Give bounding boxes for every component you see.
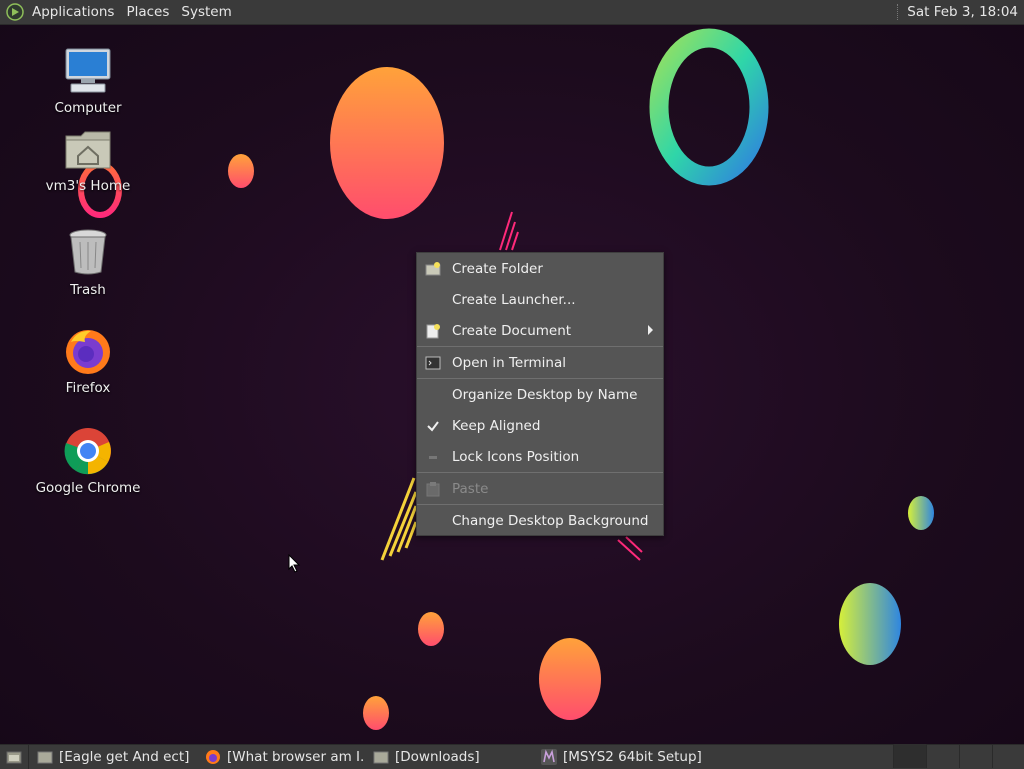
desktop-icon-computer[interactable]: Computer: [28, 46, 148, 116]
menu-item-label: Create Folder: [452, 260, 543, 277]
workspace-1[interactable]: [893, 744, 926, 768]
places-menu[interactable]: Places: [126, 4, 169, 20]
menu-item-label: Keep Aligned: [452, 417, 541, 434]
desktop-icon-firefox[interactable]: Firefox: [28, 326, 148, 396]
clock[interactable]: Sat Feb 3, 18:04: [907, 4, 1018, 20]
workspace-3[interactable]: [959, 744, 992, 768]
trash-icon: [69, 229, 107, 275]
firefox-icon: [66, 330, 110, 374]
menu-item-create-folder[interactable]: Create Folder: [417, 253, 663, 284]
folder-icon: [37, 751, 53, 764]
home-folder-icon: [65, 131, 111, 169]
new-folder-icon: [425, 262, 441, 276]
taskbar-button[interactable]: [Eagle get And ect]: [29, 745, 197, 769]
taskbar-button-label: [What browser am I...: [227, 749, 365, 765]
distro-logo-icon: [6, 3, 24, 21]
menu-item-create-launcher[interactable]: Create Launcher...: [417, 284, 663, 315]
menu-item-open-terminal[interactable]: Open in Terminal: [417, 347, 663, 378]
submenu-arrow-icon: [648, 325, 653, 335]
applications-label: Applications: [32, 4, 115, 20]
menu-item-label: Lock Icons Position: [452, 448, 580, 465]
paste-icon: [426, 482, 440, 497]
menu-item-change-background[interactable]: Change Desktop Background: [417, 505, 663, 536]
show-desktop-button[interactable]: [0, 745, 29, 769]
msys2-icon: [541, 749, 557, 765]
desktop-icon-label: Trash: [70, 282, 106, 298]
taskbar-button-label: [MSYS2 64bit Setup]: [563, 749, 701, 765]
top-panel: Applications Places System Sat Feb 3, 18…: [0, 0, 1024, 25]
menu-item-label: Create Document: [452, 322, 572, 339]
chrome-icon: [64, 428, 111, 475]
computer-icon: [65, 48, 111, 93]
system-menu[interactable]: System: [181, 4, 231, 20]
unchecked-box-icon: [429, 456, 437, 459]
mouse-cursor-icon: [288, 554, 301, 573]
desktop-icon-chrome[interactable]: Google Chrome: [28, 426, 148, 496]
taskbar-button[interactable]: [MSYS2 64bit Setup]: [533, 745, 701, 769]
menu-item-create-document[interactable]: Create Document: [417, 315, 663, 346]
menu-item-paste: Paste: [417, 473, 663, 504]
menu-item-label: Paste: [452, 480, 489, 497]
taskbar-button[interactable]: [Downloads]: [365, 745, 533, 769]
firefox-icon: [206, 750, 220, 764]
desktop-icon-trash[interactable]: Trash: [28, 228, 148, 298]
folder-icon: [373, 751, 389, 764]
desktop-icon-label: Computer: [54, 100, 122, 116]
terminal-icon: [425, 356, 441, 370]
new-document-icon: [426, 324, 440, 339]
desktop-icon-label: Firefox: [65, 380, 111, 396]
menu-item-label: Open in Terminal: [452, 354, 566, 371]
workspace-2[interactable]: [926, 744, 959, 768]
desktop-icon-label: vm3's Home: [45, 178, 131, 194]
checkmark-icon: [427, 421, 439, 432]
show-desktop-icon: [6, 751, 22, 764]
bottom-panel: [Eagle get And ect] [What browser am I..…: [0, 744, 1024, 769]
taskbar-button-label: [Downloads]: [395, 749, 480, 765]
taskbar-button[interactable]: [What browser am I...: [197, 745, 365, 769]
menu-item-lock-icons[interactable]: Lock Icons Position: [417, 441, 663, 472]
taskbar-button-label: [Eagle get And ect]: [59, 749, 190, 765]
panel-grip[interactable]: [897, 4, 901, 20]
menu-item-organize-by-name[interactable]: Organize Desktop by Name: [417, 379, 663, 410]
workspace-4[interactable]: [992, 744, 1024, 768]
desktop-icon-label: Google Chrome: [35, 480, 141, 496]
desktop-icon-home[interactable]: vm3's Home: [28, 128, 148, 194]
menu-item-keep-aligned[interactable]: Keep Aligned: [417, 410, 663, 441]
desktop-context-menu: Create Folder Create Launcher... Create …: [416, 252, 664, 536]
menu-item-label: Organize Desktop by Name: [452, 386, 638, 403]
applications-menu[interactable]: Applications: [6, 3, 114, 21]
menu-item-label: Create Launcher...: [452, 291, 576, 308]
menu-item-label: Change Desktop Background: [452, 512, 649, 529]
